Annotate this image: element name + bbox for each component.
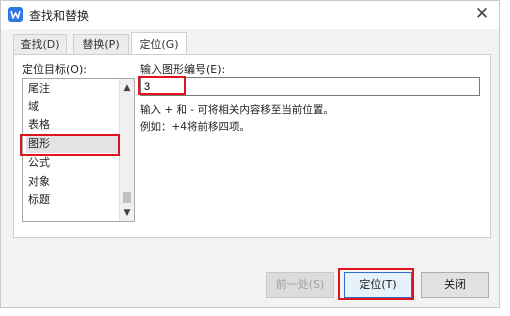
close-button[interactable]: 关闭 <box>421 272 489 298</box>
graphic-number-input[interactable] <box>140 77 480 96</box>
scroll-down-icon[interactable]: ▼ <box>120 206 134 220</box>
hint-text-2: 例如：+4将前移四项。 <box>140 121 250 133</box>
list-item-table[interactable]: 表格 <box>26 116 122 134</box>
list-item-endnote[interactable]: 尾注 <box>26 80 122 98</box>
list-item-field[interactable]: 域 <box>26 98 122 116</box>
scroll-up-icon[interactable]: ▲ <box>120 81 134 95</box>
list-scrollbar[interactable]: ▲ ▼ <box>119 79 134 221</box>
scrollbar-thumb[interactable] <box>123 192 131 203</box>
list-item-object[interactable]: 对象 <box>26 173 122 191</box>
hint-text-1: 输入 + 和 - 可将相关内容移至当前位置。 <box>140 104 334 116</box>
previous-button[interactable]: 前一处(S) <box>266 272 334 298</box>
list-item-graphic[interactable]: 图形 <box>26 135 122 153</box>
list-item-heading[interactable]: 标题 <box>26 191 122 209</box>
goto-target-label: 定位目标(O): <box>22 63 87 76</box>
input-label: 输入图形编号(E): <box>140 63 226 76</box>
dialog-title: 查找和替换 <box>29 9 90 23</box>
goto-panel: 定位目标(O): 尾注 域 表格 图形 公式 对象 标题 ▲ ▼ 输入图形编号(… <box>13 54 491 238</box>
find-replace-dialog: 查找和替换 ✕ 查找(D) 替换(P) 定位(G) 定位目标(O): 尾注 域 … <box>0 0 500 308</box>
title-bar: 查找和替换 ✕ <box>1 1 499 29</box>
list-item-formula[interactable]: 公式 <box>26 154 122 172</box>
tab-find[interactable]: 查找(D) <box>13 34 67 54</box>
background-strip <box>500 0 510 316</box>
tab-goto[interactable]: 定位(G) <box>131 32 187 54</box>
tab-replace[interactable]: 替换(P) <box>73 34 129 54</box>
wps-writer-icon <box>8 7 23 22</box>
goto-button[interactable]: 定位(T) <box>344 272 412 298</box>
close-icon[interactable]: ✕ <box>469 3 495 25</box>
goto-target-list[interactable]: 尾注 域 表格 图形 公式 对象 标题 ▲ ▼ <box>22 78 135 222</box>
